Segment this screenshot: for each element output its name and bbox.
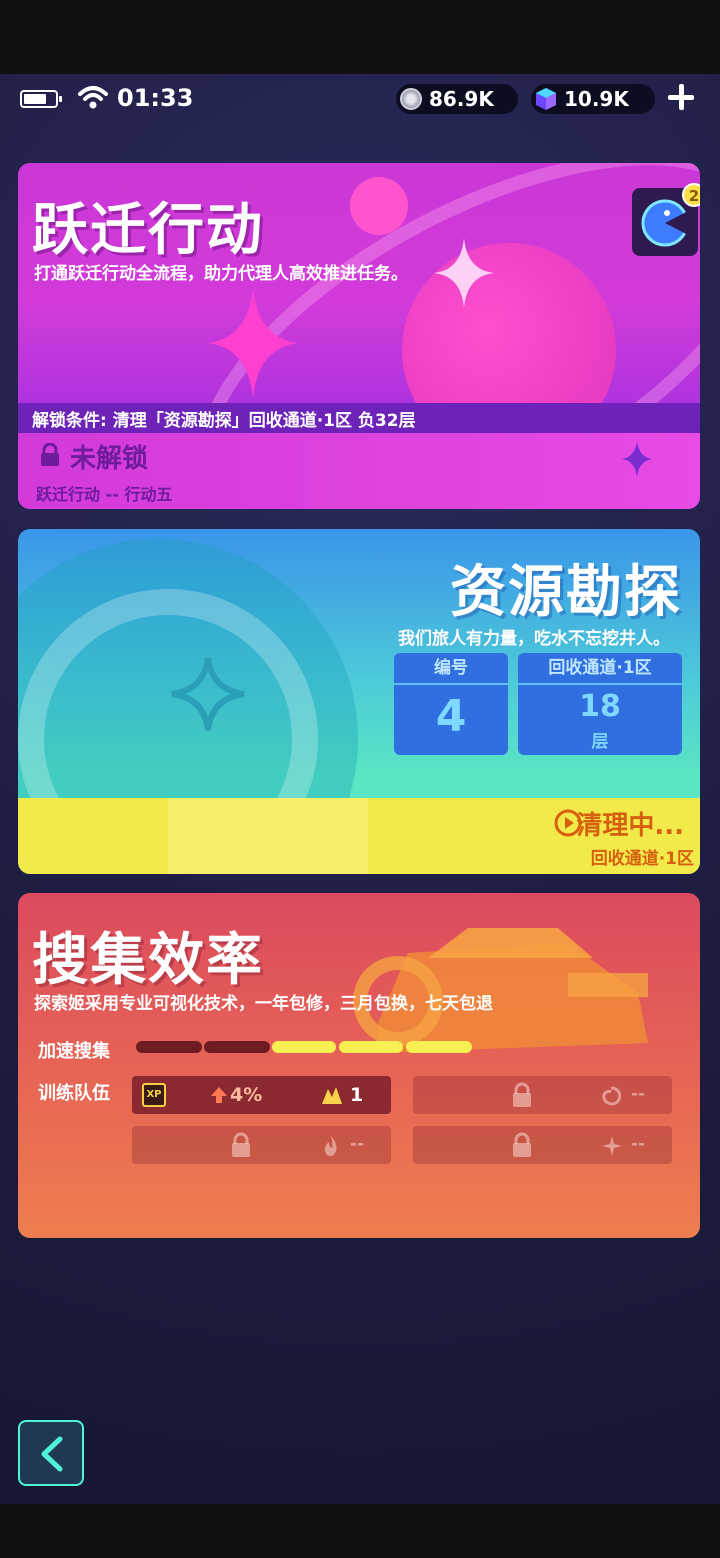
speed-segment: [406, 1041, 472, 1053]
action-label: 跃迁行动 -- 行动五: [36, 485, 173, 504]
unlock-condition-text: 解锁条件: 清理「资源勘探」回收通道·1区 负32层: [32, 411, 416, 431]
team-slot-locked[interactable]: --: [413, 1126, 672, 1164]
number-value: 4: [435, 691, 467, 742]
team-slot-locked[interactable]: --: [413, 1076, 672, 1114]
coin-icon: [400, 88, 422, 110]
gems-counter[interactable]: 10.9K: [531, 84, 655, 114]
gem-icon: [536, 88, 556, 110]
speed-segment: [339, 1041, 403, 1053]
slot-rate: 4%: [230, 1084, 263, 1106]
lock-icon: [513, 1132, 531, 1157]
small-planet-decoration: [350, 177, 408, 235]
cleaning-status: 清理中...: [576, 811, 684, 841]
card-subtitle: 打通跃迁行动全流程，助力代理人高效推进任务。: [34, 264, 408, 284]
speed-segment: [272, 1041, 336, 1053]
sparkle-icon: [434, 238, 494, 308]
xp-icon: XP: [142, 1083, 166, 1107]
lock-icon: [513, 1082, 531, 1107]
team-slot-locked[interactable]: --: [132, 1126, 391, 1164]
back-chevron-icon: [41, 1436, 63, 1472]
flame-icon: [322, 1087, 342, 1104]
pacman-icon: [641, 199, 690, 247]
sparkle-icon: [208, 288, 298, 398]
slot-level: 1: [350, 1084, 364, 1106]
arrow-up-icon: [211, 1087, 227, 1103]
sparkle-icon: [622, 441, 652, 477]
spark-icon: [602, 1136, 622, 1156]
speed-segment: [136, 1041, 202, 1053]
slot-empty-value: --: [350, 1134, 365, 1154]
status-bar: 01:33 86.9K 10.9K: [0, 82, 720, 116]
number-box: 编号 4: [394, 653, 508, 755]
floor-box: 回收通道·1区 18 层: [518, 653, 682, 755]
card-subtitle: 我们旅人有力量，吃水不忘挖井人。: [398, 629, 670, 649]
notification-badge: 2: [682, 183, 700, 207]
clock: 01:33: [117, 84, 194, 112]
team-slot[interactable]: XP 4% 1: [132, 1076, 391, 1114]
card-title: 跃迁行动: [32, 198, 264, 263]
number-label: 编号: [394, 653, 508, 685]
lock-icon: [232, 1132, 250, 1157]
cleaning-zone: 回收通道·1区: [590, 849, 694, 869]
unlock-condition-bar: 解锁条件: 清理「资源勘探」回收通道·1区 负32层: [18, 403, 700, 433]
fire-icon: [324, 1136, 337, 1156]
card-soujie[interactable]: 搜集效率 探索姬采用专业可视化技术，一年包修，三月包换，七天包退 加速搜集 训练…: [18, 893, 700, 1238]
bottom-bezel: [0, 1504, 720, 1558]
battery-icon: [20, 90, 62, 108]
coins-counter[interactable]: 86.9K: [396, 84, 518, 114]
plus-icon[interactable]: [666, 82, 696, 112]
card-title: 资源勘探: [450, 560, 682, 625]
slot-empty-value: --: [631, 1084, 646, 1104]
sparkle-icon: [171, 657, 245, 731]
slot-empty-value: --: [631, 1134, 646, 1154]
card-subtitle: 探索姬采用专业可视化技术，一年包修，三月包换，七天包退: [34, 994, 493, 1014]
floor-unit: 层: [591, 732, 609, 752]
team-label: 训练队伍: [38, 1083, 110, 1104]
swirl-icon: [602, 1086, 621, 1106]
card-ziyuan[interactable]: 资源勘探 我们旅人有力量，吃水不忘挖井人。 编号 4 回收通道·1区 18 层 …: [18, 529, 700, 874]
locked-status: 未解锁: [70, 444, 149, 474]
card-title: 搜集效率: [32, 928, 264, 993]
wifi-icon: [78, 86, 108, 109]
card-yueqian[interactable]: 跃迁行动 打通跃迁行动全流程，助力代理人高效推进任务。 2 解锁条件: 清理「资…: [18, 163, 700, 509]
lock-icon: [41, 443, 59, 466]
top-bezel: [0, 0, 720, 74]
speed-segment: [204, 1041, 270, 1053]
floor-value: 18: [579, 689, 621, 724]
speed-label: 加速搜集: [38, 1041, 110, 1062]
footer-stripe-decoration: [168, 798, 368, 874]
gems-value: 10.9K: [564, 87, 629, 111]
back-button[interactable]: [18, 1420, 84, 1486]
coins-value: 86.9K: [429, 87, 494, 111]
zone-label: 回收通道·1区: [518, 653, 682, 685]
